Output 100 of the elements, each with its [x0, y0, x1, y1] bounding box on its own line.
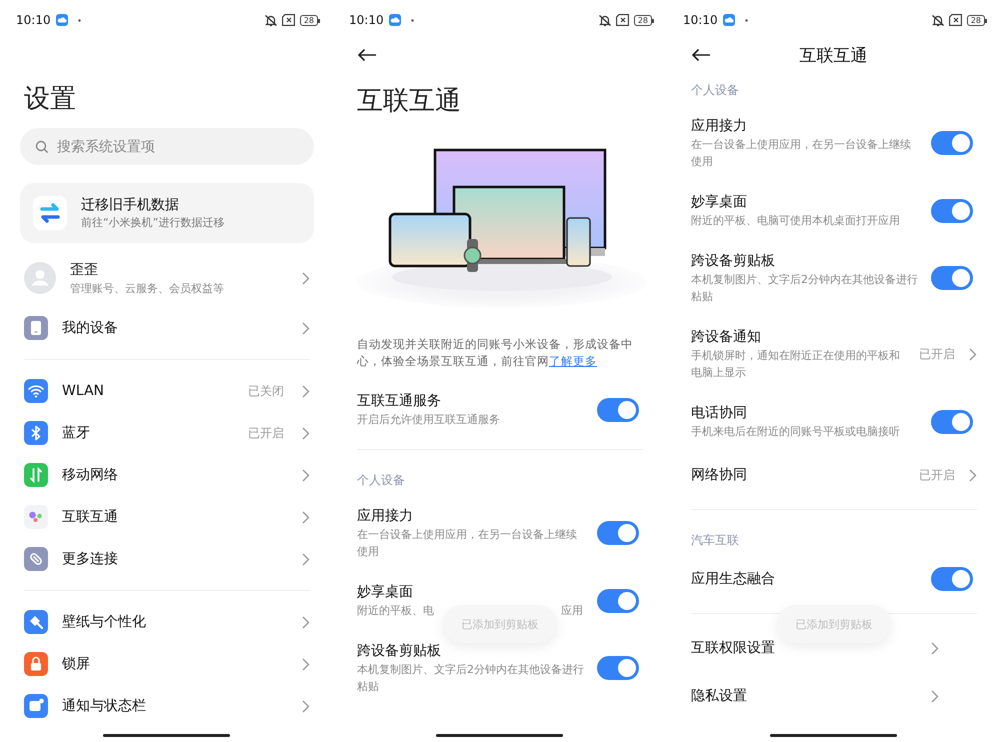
battery-indicator: 28	[634, 14, 652, 26]
chevron-icon	[302, 616, 310, 628]
search-field[interactable]: 搜索系统设置项	[20, 128, 314, 165]
card-title: 迁移旧手机数据	[81, 196, 180, 215]
chevron-icon	[302, 658, 310, 670]
account-name: 歪歪	[70, 260, 99, 280]
section-header: 个人设备	[691, 82, 740, 99]
battery-indicator: 28	[966, 14, 985, 26]
status-time: 10:10	[16, 13, 51, 27]
setting-title: 隐私设置	[691, 687, 748, 706]
item-label: 更多连接	[62, 550, 119, 569]
chevron-icon	[969, 468, 977, 482]
setting-description: 在一台设备上使用应用，在另一台设备上继续使用	[357, 527, 578, 560]
setting-description: 附近的平板、电	[357, 603, 434, 619]
avatar-icon	[24, 262, 56, 294]
chevron-icon	[302, 322, 310, 334]
muted-bell-icon	[598, 14, 612, 26]
chevron-icon	[302, 552, 310, 566]
setting-description: 开启后允许使用互联互通服务	[357, 412, 501, 428]
setting-description: 手机来电后在附近的同账号平板或电脑接听	[691, 424, 901, 440]
item-label: 我的设备	[62, 319, 119, 338]
chevron-icon	[931, 690, 939, 702]
setting-title: 互联权限设置	[691, 639, 776, 658]
setting-title: 应用接力	[357, 507, 414, 526]
sim-card-icon	[948, 14, 963, 26]
chevron-icon	[931, 642, 939, 654]
setting-status: 已开启	[919, 466, 955, 484]
cloud-icon	[722, 14, 735, 26]
toggle-switch[interactable]	[597, 398, 639, 422]
setting-description: 应用	[561, 603, 583, 619]
page-title: 互联互通	[357, 85, 462, 118]
item-label: 通知与状态栏	[62, 697, 147, 716]
chevron-icon	[302, 510, 310, 524]
sim-card-icon	[616, 14, 630, 26]
chevron-icon	[302, 426, 310, 440]
transfer-arrows-icon	[33, 196, 67, 230]
toggle-switch[interactable]	[931, 567, 973, 591]
card-subtitle: 前往“小米换机”进行数据迁移	[81, 215, 224, 231]
muted-bell-icon	[264, 14, 278, 26]
page-title: 互联互通	[798, 44, 868, 66]
toggle-switch[interactable]	[931, 198, 973, 222]
cloud-icon	[388, 14, 401, 26]
chevron-icon	[302, 272, 310, 284]
lock-icon	[24, 652, 48, 676]
setting-title: 妙享桌面	[691, 193, 748, 212]
setting-description: 附近的平板、电脑可使用本机桌面打开应用	[691, 213, 901, 229]
setting-title: 互联互通服务	[357, 392, 442, 411]
intro-paragraph: 自动发现并关联附近的同账号小米设备，形成设备中心，体验全场景互联互通，前往官网 了解更多	[357, 336, 634, 370]
muted-bell-icon	[930, 14, 945, 26]
battery-indicator: 28	[300, 14, 318, 26]
section-header: 汽车互联	[691, 532, 740, 549]
chevron-icon	[302, 384, 310, 398]
status-time: 10:10	[349, 13, 384, 27]
chevron-icon	[302, 468, 310, 482]
toast-message: 已添加到剪贴板	[443, 605, 557, 643]
item-status: 已关闭	[248, 382, 284, 400]
item-label: WLAN	[62, 382, 106, 401]
setting-title: 网络协同	[691, 466, 748, 485]
setting-status: 已开启	[919, 346, 955, 362]
dot-icon	[410, 18, 414, 22]
toggle-switch[interactable]	[597, 521, 639, 545]
toggle-switch[interactable]	[597, 656, 639, 680]
back-arrow-icon[interactable]	[357, 48, 377, 62]
item-label: 蓝牙	[62, 424, 91, 443]
setting-title: 跨设备剪贴板	[357, 642, 442, 661]
data-arrows-icon	[24, 463, 48, 487]
setting-description: 本机复制图片、文字后2分钟内在其他设备进行粘贴	[357, 662, 585, 695]
dot-icon	[78, 18, 81, 22]
notification-icon	[24, 694, 48, 718]
back-arrow-icon[interactable]	[691, 48, 711, 62]
page-title: 设置	[24, 83, 77, 116]
link-icon	[24, 547, 48, 571]
dots-icon	[24, 505, 48, 529]
chevron-icon	[302, 700, 310, 712]
sim-card-icon	[282, 14, 296, 26]
toggle-switch[interactable]	[931, 266, 973, 290]
toggle-switch[interactable]	[931, 410, 973, 434]
item-label: 互联互通	[62, 508, 119, 527]
cloud-icon	[56, 14, 68, 26]
setting-title: 跨设备通知	[691, 328, 762, 347]
phone-icon	[24, 316, 48, 340]
item-label: 壁纸与个性化	[62, 613, 147, 632]
learn-more-link[interactable]: 了解更多	[549, 354, 597, 368]
setting-description: 本机复制图片、文字后2分钟内在其他设备进行粘贴	[691, 272, 919, 305]
toggle-switch[interactable]	[931, 131, 973, 155]
account-subtitle: 管理账号、云服务、会员权益等	[70, 280, 225, 296]
setting-description: 手机锁屏时，通知在附近正在使用的平板和电脑上显示	[691, 348, 901, 381]
setting-title: 应用生态融合	[691, 570, 776, 589]
item-status: 已开启	[248, 424, 284, 442]
migrate-card[interactable]: 迁移旧手机数据 前往“小米换机”进行数据迁移	[20, 183, 314, 243]
toggle-switch[interactable]	[597, 588, 639, 612]
setting-title: 电话协同	[691, 404, 748, 423]
wifi-icon	[24, 379, 48, 403]
bluetooth-icon	[24, 421, 48, 445]
status-time: 10:10	[683, 13, 718, 27]
toast-message: 已添加到剪贴板	[777, 605, 891, 643]
setting-title: 跨设备剪贴板	[691, 252, 776, 271]
setting-title: 妙享桌面	[357, 583, 414, 602]
chevron-icon	[969, 348, 977, 360]
item-label: 移动网络	[62, 466, 119, 485]
